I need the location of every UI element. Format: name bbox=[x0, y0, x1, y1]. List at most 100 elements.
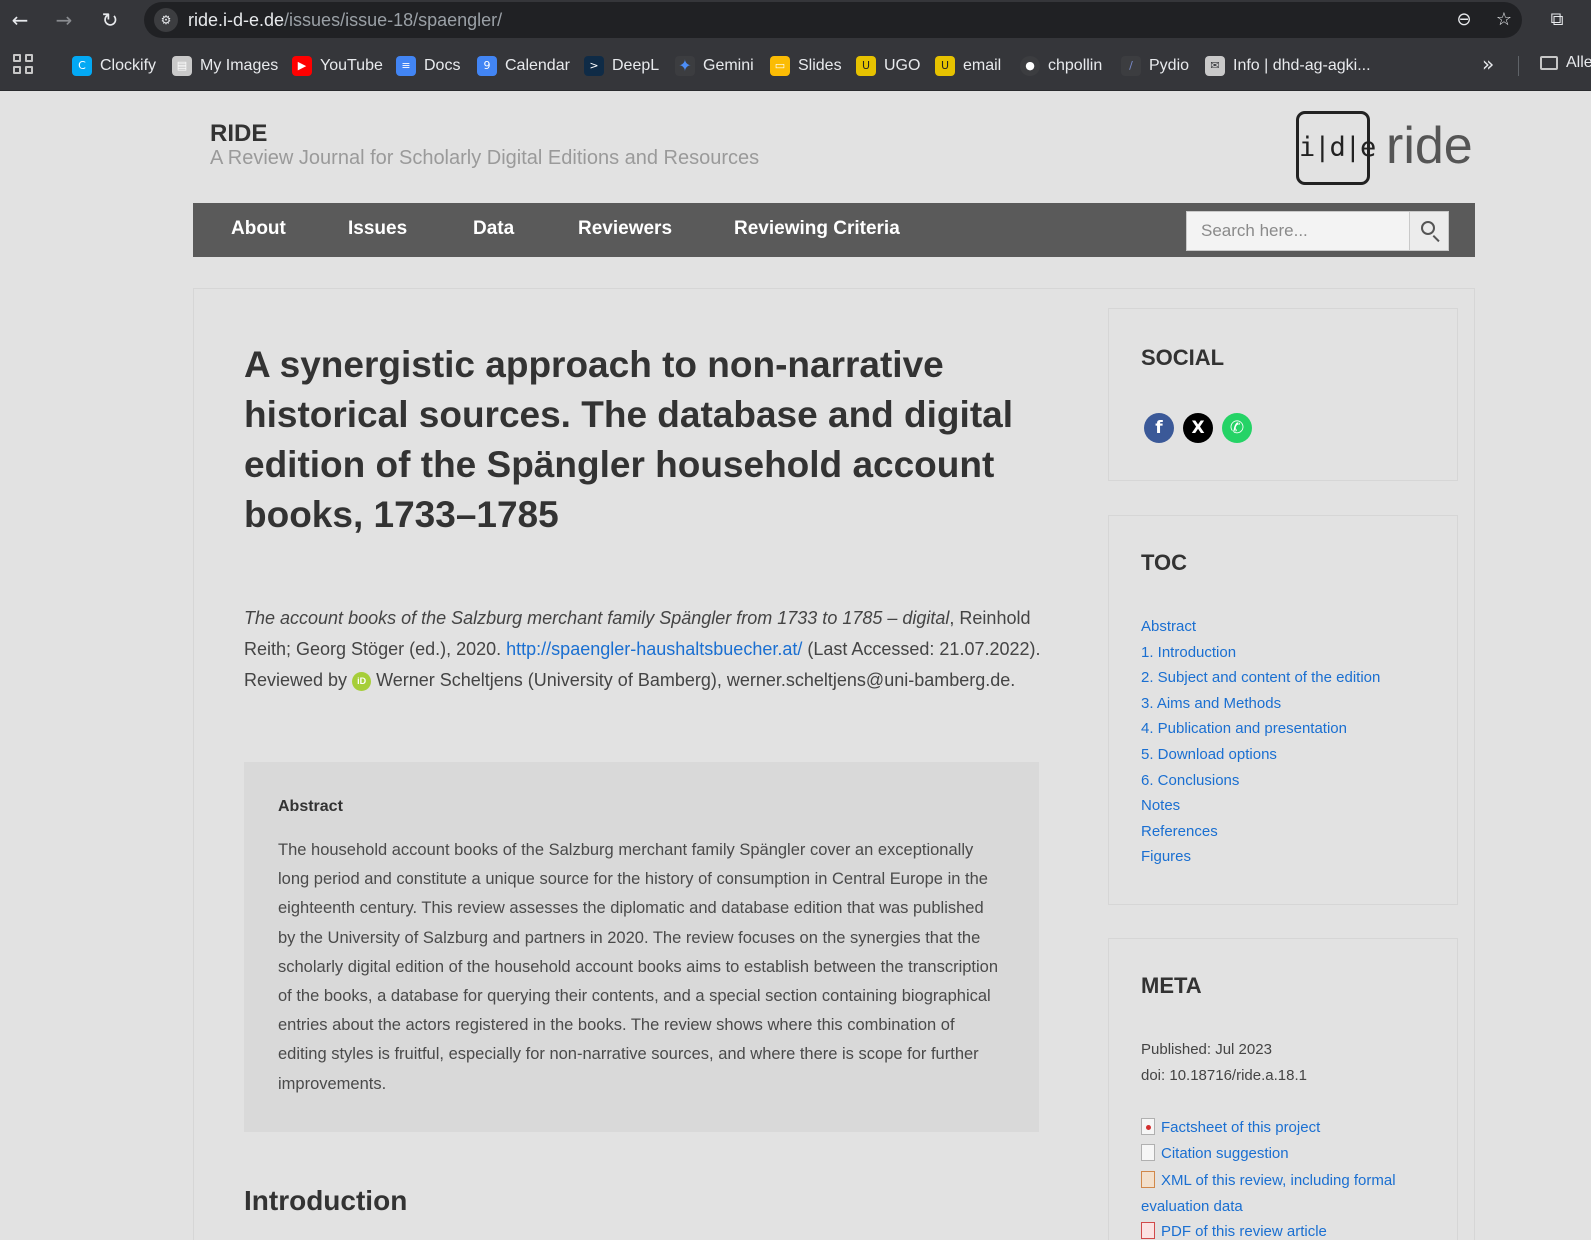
bookmark-info-dhd[interactable]: ✉ Info | dhd-ag-agki... bbox=[1205, 54, 1371, 78]
bookmark-slides[interactable]: ▭ Slides bbox=[770, 54, 842, 78]
all-bookmarks-folder[interactable]: Alle bbox=[1540, 54, 1591, 72]
xml-file-icon bbox=[1141, 1171, 1155, 1188]
published-date: Published: Jul 2023 bbox=[1141, 1041, 1272, 1058]
toc-link-subject[interactable]: 2. Subject and content of the edition bbox=[1141, 669, 1380, 686]
search-button[interactable] bbox=[1409, 212, 1448, 250]
mail-icon: ✉ bbox=[1205, 56, 1225, 76]
xml-link[interactable]: XML of this review, including formal eva… bbox=[1141, 1168, 1411, 1220]
social-title: SOCIAL bbox=[1141, 345, 1225, 370]
slides-icon: ▭ bbox=[770, 56, 790, 76]
bookmark-calendar[interactable]: 9 Calendar bbox=[477, 54, 570, 78]
browser-toolbar: ← → ↻ ⚙ ride.i-d-e.de/issues/issue-18/sp… bbox=[0, 0, 1591, 40]
bookmark-email[interactable]: Uemail bbox=[935, 54, 1001, 78]
nav-issues[interactable]: Issues bbox=[348, 218, 407, 240]
search-input[interactable] bbox=[1187, 212, 1409, 250]
clockify-icon: C bbox=[72, 56, 92, 76]
bookmark-clockify[interactable]: C Clockify bbox=[72, 54, 156, 78]
toc-link-conclusions[interactable]: 6. Conclusions bbox=[1141, 772, 1239, 789]
folder-label: Alle bbox=[1566, 54, 1591, 71]
nav-reviewing-criteria[interactable]: Reviewing Criteria bbox=[734, 218, 900, 240]
url-host: ride.i-d-e.de bbox=[188, 10, 285, 30]
bookmark-youtube[interactable]: ▶ YouTube bbox=[292, 54, 383, 78]
pdf-link[interactable]: PDF of this review article bbox=[1141, 1219, 1441, 1240]
abstract-heading: Abstract bbox=[278, 798, 343, 815]
bookmark-gemini[interactable]: ✦ Gemini bbox=[675, 54, 754, 78]
site-subtitle: A Review Journal for Scholarly Digital E… bbox=[210, 147, 760, 169]
search-icon bbox=[1421, 221, 1435, 235]
github-icon: ● bbox=[1020, 56, 1040, 76]
x-twitter-icon[interactable]: X bbox=[1183, 413, 1213, 443]
toc-link-publication[interactable]: 4. Publication and presentation bbox=[1141, 720, 1347, 737]
bookmark-my-images[interactable]: ▤ My Images bbox=[172, 54, 278, 78]
citation-icon bbox=[1141, 1144, 1155, 1161]
bookmark-deepl[interactable]: > DeepL bbox=[584, 54, 659, 78]
bookmark-pydio[interactable]: / Pydio bbox=[1121, 54, 1189, 78]
toc-link-notes[interactable]: Notes bbox=[1141, 797, 1180, 814]
toc-link-references[interactable]: References bbox=[1141, 823, 1218, 840]
bookmark-label: Docs bbox=[424, 57, 461, 74]
gemini-icon: ✦ bbox=[675, 56, 695, 76]
xml-label: XML of this review, including formal eva… bbox=[1141, 1172, 1396, 1215]
bookmark-label: Slides bbox=[798, 57, 842, 74]
doi: doi: 10.18716/ride.a.18.1 bbox=[1141, 1067, 1307, 1084]
citation-link[interactable]: Citation suggestion bbox=[1141, 1141, 1441, 1167]
uni-icon: U bbox=[856, 56, 876, 76]
bookmark-label: DeepL bbox=[612, 57, 660, 74]
bookmark-chpollin[interactable]: ● chpollin bbox=[1020, 54, 1102, 78]
folder-icon bbox=[1540, 56, 1558, 70]
bookmark-star-icon[interactable]: ☆ bbox=[1492, 8, 1516, 32]
site-title[interactable]: RIDE bbox=[210, 120, 267, 148]
article-title: A synergistic approach to non-narrative … bbox=[244, 344, 1013, 535]
factsheet-icon bbox=[1141, 1118, 1155, 1135]
pdf-label: PDF of this review article bbox=[1161, 1223, 1327, 1240]
zoom-icon[interactable]: ⊖ bbox=[1452, 8, 1476, 32]
resource-link[interactable]: http://spaengler-haushaltsbuecher.at/ bbox=[506, 639, 802, 659]
toc-title: TOC bbox=[1141, 550, 1188, 575]
toc-link-introduction[interactable]: 1. Introduction bbox=[1141, 644, 1236, 661]
pydio-icon: / bbox=[1121, 56, 1141, 76]
toc-link-figures[interactable]: Figures bbox=[1141, 848, 1191, 865]
bookmark-label: email bbox=[963, 57, 1002, 74]
url-text[interactable]: ride.i-d-e.de/issues/issue-18/spaengler/ bbox=[188, 10, 502, 31]
whatsapp-icon[interactable]: ✆ bbox=[1222, 413, 1252, 443]
bookmarks-bar: C Clockify ▤ My Images ▶ YouTube ≡ Docs 9 Cal… bbox=[0, 40, 1591, 91]
nav-reviewers[interactable]: Reviewers bbox=[578, 218, 672, 240]
apps-grid-icon[interactable] bbox=[13, 54, 33, 74]
citation-label: Citation suggestion bbox=[1161, 1145, 1289, 1162]
bookmark-docs[interactable]: ≡ Docs bbox=[396, 54, 460, 78]
site-info-icon[interactable]: ⚙ bbox=[154, 8, 178, 32]
meta-title: META bbox=[1141, 973, 1202, 998]
bookmark-label: My Images bbox=[200, 57, 279, 74]
bookmark-label: Info | dhd-ag-agki... bbox=[1233, 57, 1371, 74]
docs-icon: ≡ bbox=[396, 56, 416, 76]
bookmark-label: chpollin bbox=[1048, 57, 1103, 74]
back-icon[interactable]: ← bbox=[6, 6, 34, 34]
facebook-icon[interactable]: f bbox=[1144, 413, 1174, 443]
bookmark-ugo[interactable]: U UGO bbox=[856, 54, 920, 78]
toc-link-download[interactable]: 5. Download options bbox=[1141, 746, 1277, 763]
nav-data[interactable]: Data bbox=[473, 218, 514, 240]
nav-about[interactable]: About bbox=[231, 218, 286, 240]
main-nav: About Issues Data Reviewers Reviewing Cr… bbox=[193, 203, 1475, 257]
reload-icon[interactable]: ↻ bbox=[96, 6, 124, 34]
ride-logo-text[interactable]: ride bbox=[1386, 116, 1473, 176]
bookmark-label: Pydio bbox=[1149, 57, 1190, 74]
image-icon: ▤ bbox=[172, 56, 192, 76]
abstract-text: The household account books of the Salzb… bbox=[278, 841, 999, 1093]
ide-logo[interactable]: i|d|e bbox=[1296, 111, 1376, 185]
toc-link-abstract[interactable]: Abstract bbox=[1141, 618, 1196, 635]
toc-link-aims[interactable]: 3. Aims and Methods bbox=[1141, 695, 1281, 712]
factsheet-link[interactable]: Factsheet of this project bbox=[1141, 1115, 1441, 1141]
more-bookmarks-icon[interactable]: » bbox=[1482, 52, 1494, 76]
pdf-icon bbox=[1141, 1222, 1155, 1239]
bookmark-label: YouTube bbox=[320, 57, 383, 74]
forward-icon[interactable]: → bbox=[50, 6, 78, 34]
orcid-icon[interactable]: iD bbox=[352, 672, 372, 691]
bookmarks-divider bbox=[1518, 56, 1519, 76]
bookmark-label: UGO bbox=[884, 57, 921, 74]
address-bar[interactable]: ⚙ ride.i-d-e.de/issues/issue-18/spaengle… bbox=[144, 2, 1522, 38]
reviewer-info: Werner Scheltjens (University of Bamberg… bbox=[371, 670, 1016, 690]
extensions-icon[interactable]: ⧉ bbox=[1545, 8, 1569, 32]
meta-widget: META Published: Jul 2023 doi: 10.18716/r… bbox=[1108, 938, 1458, 1240]
article-citation: The account books of the Salzburg mercha… bbox=[244, 603, 1044, 696]
